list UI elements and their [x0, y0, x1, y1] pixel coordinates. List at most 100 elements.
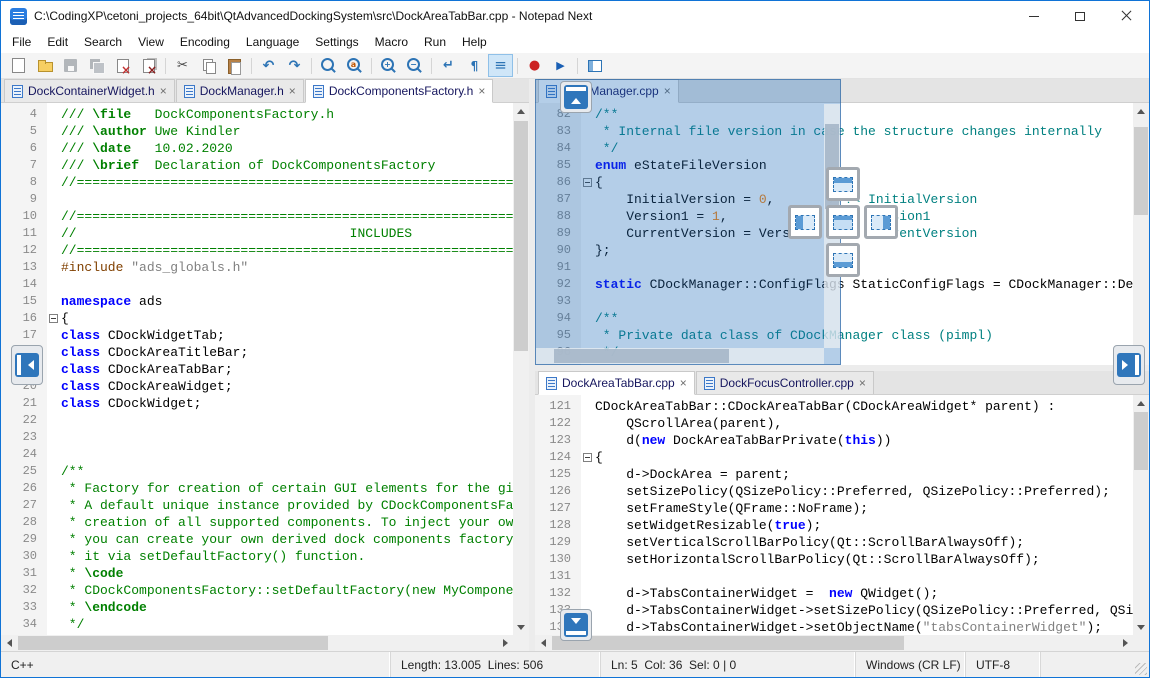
- code-line: 30 * it via setDefaultFactory() function…: [1, 548, 513, 565]
- close-icon[interactable]: [160, 85, 167, 97]
- fold-margin: [581, 415, 595, 432]
- wrap-icon: [440, 57, 457, 74]
- menu-run[interactable]: Run: [416, 32, 454, 52]
- close-file-button[interactable]: [110, 54, 135, 77]
- scroll-up-button[interactable]: [1133, 395, 1149, 411]
- menu-search[interactable]: Search: [76, 32, 130, 52]
- open-file-button[interactable]: [32, 54, 57, 77]
- container-drop-indicator-top[interactable]: [560, 81, 592, 113]
- show-all-characters-button[interactable]: [462, 54, 487, 77]
- menu-language[interactable]: Language: [238, 32, 307, 52]
- tab-dockcomponentsfactory-h[interactable]: DockComponentsFactory.h: [305, 79, 494, 103]
- scroll-down-button[interactable]: [1133, 619, 1149, 635]
- close-all-button[interactable]: [136, 54, 161, 77]
- code-line: 16{: [1, 310, 513, 327]
- code-text: //======================================…: [61, 208, 513, 225]
- line-number: 32: [1, 582, 47, 599]
- scrollbar-thumb[interactable]: [18, 636, 328, 650]
- new-file-button[interactable]: [6, 54, 31, 77]
- close-icon[interactable]: [859, 377, 866, 389]
- paste-button[interactable]: [222, 54, 247, 77]
- zoom-in-icon: [380, 57, 397, 74]
- tab-dockareatabbar-cpp[interactable]: DockAreaTabBar.cpp: [538, 371, 695, 395]
- tab-dockfocuscontroller-cpp[interactable]: DockFocusController.cpp: [696, 371, 874, 394]
- redo-button[interactable]: [282, 54, 307, 77]
- drop-indicator-bottom[interactable]: [826, 243, 860, 277]
- container-drop-indicator-left[interactable]: [11, 345, 43, 385]
- maximize-button[interactable]: [1057, 1, 1103, 31]
- scroll-left-button[interactable]: [535, 635, 551, 651]
- dock-column-right: DockManager.cpp 82/**83 * Internal file …: [535, 79, 1149, 651]
- menu-macro[interactable]: Macro: [367, 32, 416, 52]
- code-line: 134 d->TabsContainerWidget->setObjectNam…: [535, 619, 1133, 635]
- word-wrap-button[interactable]: [436, 54, 461, 77]
- menu-edit[interactable]: Edit: [39, 32, 76, 52]
- resize-grip[interactable]: [1041, 652, 1149, 677]
- find-button[interactable]: [316, 54, 341, 77]
- save-all-button[interactable]: [84, 54, 109, 77]
- arrow-up-icon: [1137, 109, 1145, 114]
- scroll-up-button[interactable]: [513, 103, 529, 119]
- code-line: 21class CDockWidget;: [1, 395, 513, 412]
- container-drop-indicator-right[interactable]: [1113, 345, 1145, 385]
- app-icon: [10, 8, 27, 25]
- editor-left[interactable]: 4/// \file DockComponentsFactory.h5/// \…: [1, 103, 513, 635]
- code-text: /// \date 10.02.2020: [61, 140, 513, 157]
- close-icon[interactable]: [478, 85, 485, 97]
- vertical-scrollbar-bottom-right[interactable]: [1133, 395, 1149, 635]
- menu-file[interactable]: File: [4, 32, 39, 52]
- cut-button[interactable]: [170, 54, 195, 77]
- close-button[interactable]: [1103, 1, 1149, 31]
- scroll-down-button[interactable]: [513, 619, 529, 635]
- line-number: 34: [1, 616, 47, 633]
- drop-indicator-left[interactable]: [788, 205, 822, 239]
- document-icon: [546, 377, 557, 390]
- menu-encoding[interactable]: Encoding: [172, 32, 238, 52]
- minimize-button[interactable]: [1011, 1, 1057, 31]
- close-icon[interactable]: [289, 85, 296, 97]
- save-file-button[interactable]: [58, 54, 83, 77]
- drop-indicator-center[interactable]: [826, 205, 860, 239]
- close-icon[interactable]: [680, 377, 687, 389]
- drop-indicator-top[interactable]: [826, 167, 860, 201]
- scroll-right-button[interactable]: [497, 635, 513, 651]
- scrollbar-thumb[interactable]: [514, 121, 528, 351]
- menu-settings[interactable]: Settings: [307, 32, 366, 52]
- line-number: 132: [535, 585, 581, 602]
- fold-marker[interactable]: [583, 453, 592, 462]
- docking-view-button[interactable]: [582, 54, 607, 77]
- scroll-up-button[interactable]: [1133, 103, 1149, 119]
- indent-guide-button[interactable]: [488, 54, 513, 77]
- line-number: 128: [535, 517, 581, 534]
- play-macro-button[interactable]: [548, 54, 573, 77]
- scroll-right-button[interactable]: [1117, 635, 1133, 651]
- record-macro-button[interactable]: [522, 54, 547, 77]
- zoom-in-button[interactable]: [376, 54, 401, 77]
- zoom-out-button[interactable]: [402, 54, 427, 77]
- undo-button[interactable]: [256, 54, 281, 77]
- dock-area-left: DockContainerWidget.h DockManager.h DockCo…: [1, 79, 529, 651]
- code-text: /// \author Uwe Kindler: [61, 123, 513, 140]
- horizontal-scrollbar-left[interactable]: [1, 635, 513, 651]
- replace-button[interactable]: [342, 54, 367, 77]
- tab-dockcontainerwidget-h[interactable]: DockContainerWidget.h: [4, 79, 175, 102]
- copy-button[interactable]: [196, 54, 221, 77]
- container-drop-indicator-bottom[interactable]: [560, 609, 592, 641]
- vertical-scrollbar-top-right[interactable]: [1133, 103, 1149, 365]
- tab-dockmanager-h[interactable]: DockManager.h: [176, 79, 304, 102]
- scrollbar-thumb[interactable]: [1134, 412, 1148, 470]
- drop-indicator-right[interactable]: [864, 205, 898, 239]
- close-doc-icon: [114, 57, 131, 74]
- tab-label: DockManager.h: [200, 84, 284, 98]
- vertical-scrollbar-left[interactable]: [513, 103, 529, 635]
- fold-marker[interactable]: [49, 314, 58, 323]
- menu-view[interactable]: View: [130, 32, 172, 52]
- menu-help[interactable]: Help: [454, 32, 495, 52]
- scrollbar-thumb[interactable]: [552, 636, 904, 650]
- code-line: 26 * Factory for creation of certain GUI…: [1, 480, 513, 497]
- editor-bottom-right[interactable]: 121CDockAreaTabBar::CDockAreaTabBar(CDoc…: [535, 395, 1133, 635]
- scrollbar-thumb[interactable]: [1134, 127, 1148, 215]
- horizontal-scrollbar-bottom-right[interactable]: [535, 635, 1133, 651]
- code-line: 28 * creation of all supported component…: [1, 514, 513, 531]
- scroll-left-button[interactable]: [1, 635, 17, 651]
